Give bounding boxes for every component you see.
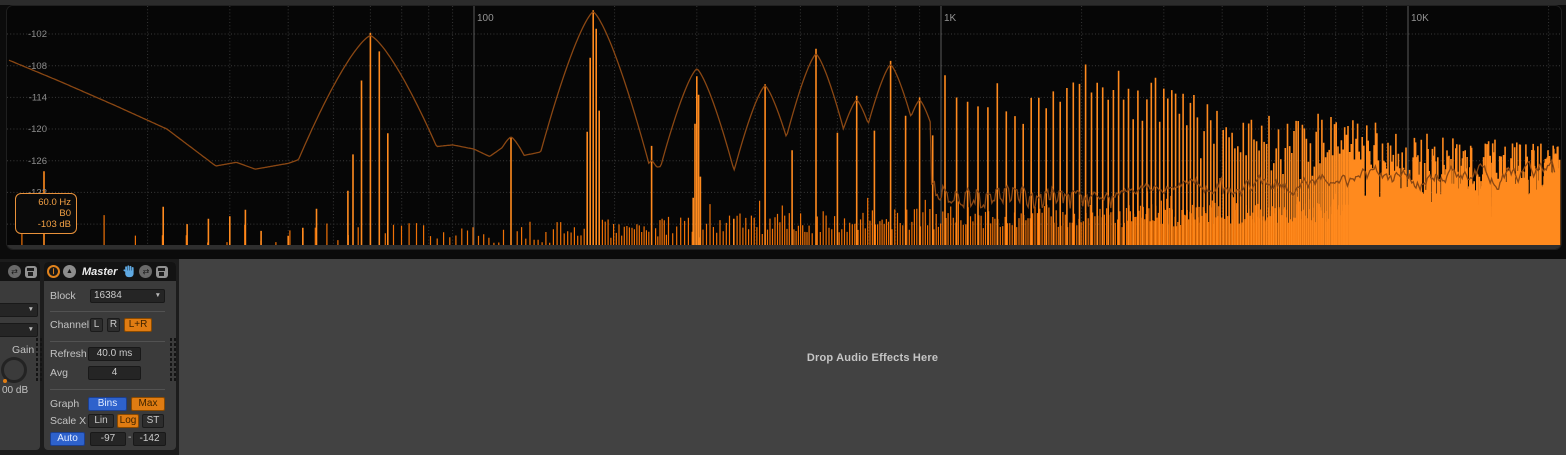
section-divider [50,311,165,312]
gain-label: Gain [12,343,34,357]
svg-text:100: 100 [477,13,494,24]
svg-text:1K: 1K [944,13,957,24]
scale-st-button[interactable]: ST [142,414,164,428]
save-preset-icon[interactable] [24,265,37,278]
spectrum-display-panel[interactable]: -102-108-114-120-126-132-1381001K10K 60.… [6,5,1562,250]
left-device-titlebar[interactable]: ⇄ [0,262,40,281]
svg-text:-108: -108 [28,61,47,72]
spectrum-plot[interactable]: -102-108-114-120-126-132-1381001K10K [7,6,1561,249]
scale-log-button[interactable]: Log [117,414,139,428]
graph-max-button[interactable]: Max [131,397,165,411]
svg-text:-102: -102 [28,29,47,40]
scale-x-label: Scale X [50,414,86,428]
graph-bins-button[interactable]: Bins [88,397,127,411]
range-min-field[interactable]: -97 [90,432,126,446]
device-drag-handle[interactable] [170,338,178,382]
section-divider [50,389,165,390]
readout-level: -103 dB [19,219,71,230]
readout-note: B0 [19,208,71,219]
scale-lin-button[interactable]: Lin [88,414,114,428]
spectrum-device: ⏽ ▲ Master ⇄ Block 163 [44,262,176,450]
refresh-label: Refresh [50,347,87,361]
channel-right-button[interactable]: R [107,318,120,332]
avg-value-field[interactable]: 4 [88,366,141,380]
hand-drag-icon[interactable] [123,265,136,278]
block-size-value: 16384 [94,290,122,302]
readout-frequency: 60.0 Hz [19,197,71,208]
knob-indicator-dot [3,379,7,383]
section-divider [50,341,165,342]
block-size-dropdown[interactable]: 16384 ▼ [90,289,165,303]
block-label: Block [50,289,76,303]
svg-text:10K: 10K [1411,13,1429,24]
device-activator-icon[interactable]: ⏽ [47,265,60,278]
left-device-dropdown-1[interactable]: ▼ [0,303,38,317]
save-preset-icon[interactable] [155,265,168,278]
left-device-partial: ⇄ ▼ ▼ Gain 00 dB [0,262,40,450]
hot-swap-icon[interactable]: ⇄ [139,265,152,278]
device-title: Master [82,266,117,278]
channel-left-button[interactable]: L [90,318,103,332]
chevron-down-icon: ▼ [155,290,161,302]
device-chain-area: Drop Audio Effects Here ⇄ ▼ ▼ Gain 00 dB… [0,259,1566,455]
drop-zone-hint: Drop Audio Effects Here [179,352,1566,364]
cursor-readout-tooltip: 60.0 Hz B0 -103 dB [15,193,77,234]
graph-label: Graph [50,397,79,411]
left-device-dropdown-2[interactable]: ▼ [0,323,38,337]
chevron-down-icon: ▼ [28,324,34,336]
device-titlebar[interactable]: ⏽ ▲ Master ⇄ [44,262,176,281]
gain-knob[interactable] [1,357,27,383]
chevron-down-icon: ▼ [28,304,34,316]
refresh-value-field[interactable]: 40.0 ms [88,347,141,361]
audio-effects-drop-zone[interactable]: Drop Audio Effects Here [179,259,1566,455]
device-drag-handle[interactable] [36,338,44,382]
range-max-field[interactable]: -142 [133,432,166,446]
fold-device-icon[interactable]: ▲ [63,265,76,278]
range-dash: - [128,430,132,444]
avg-label: Avg [50,366,68,380]
channel-lr-button[interactable]: L+R [124,318,152,332]
hot-swap-icon[interactable]: ⇄ [8,265,21,278]
auto-range-button[interactable]: Auto [50,432,85,446]
channel-label: Channel [50,318,89,332]
svg-text:-120: -120 [28,124,47,135]
svg-text:-114: -114 [29,93,47,104]
gain-value: 00 dB [2,384,28,398]
svg-text:-126: -126 [28,156,47,167]
